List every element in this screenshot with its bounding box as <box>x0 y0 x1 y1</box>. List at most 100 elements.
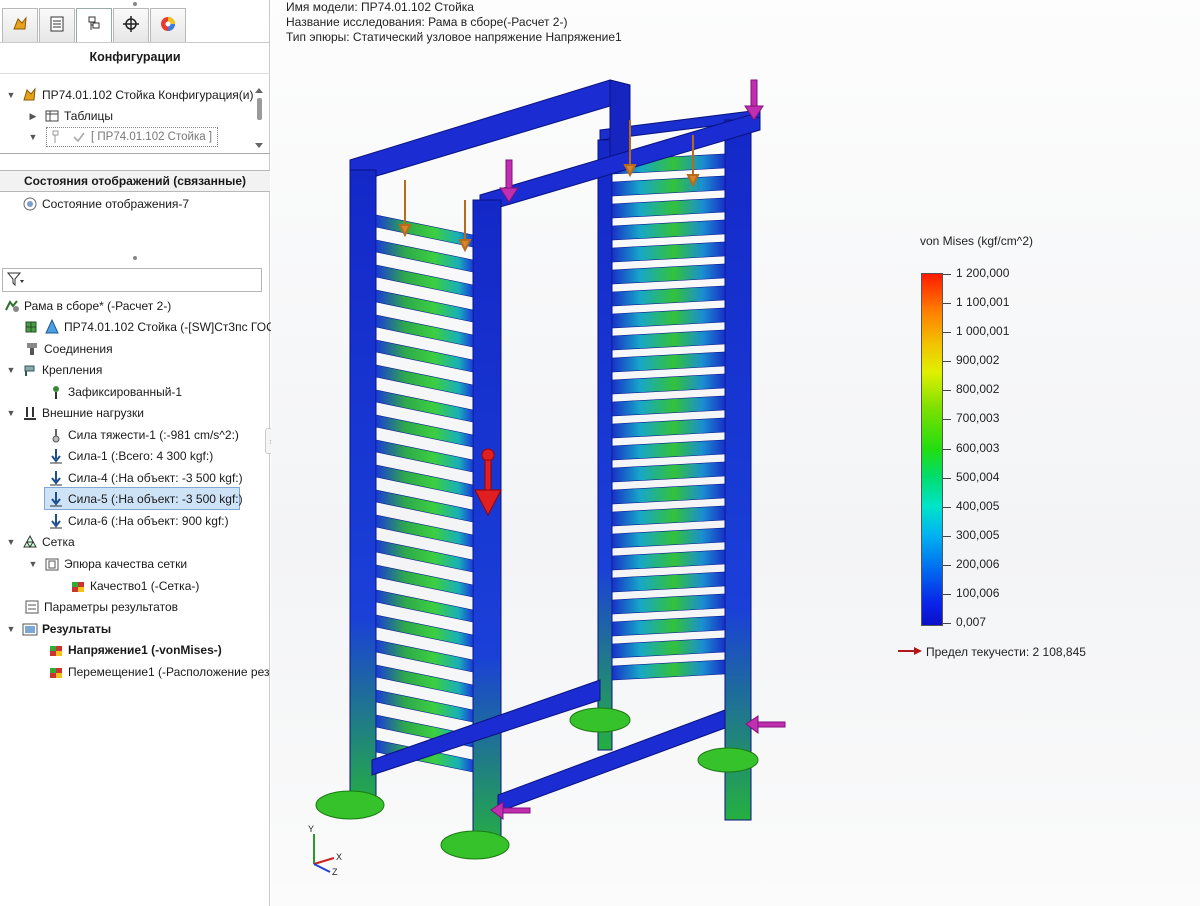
slat-back <box>611 329 726 351</box>
load-force-4[interactable]: Сила-4 (:На объект: -3 500 kgf:) <box>48 468 243 488</box>
slat-front <box>375 464 474 498</box>
slat-front <box>375 414 474 448</box>
quality-label: Качество1 (-Сетка-) <box>90 579 200 593</box>
legend-tick-mark <box>943 419 951 421</box>
legend-color-bar[interactable] <box>921 273 943 626</box>
model-name-text: Имя модели: ПР74.01.102 Стойка <box>286 0 474 14</box>
collapse-arrow-icon[interactable]: ▼ <box>6 90 16 100</box>
collapse-arrow-icon[interactable]: ▼ <box>6 624 16 634</box>
tab-property-manager[interactable] <box>39 8 75 42</box>
result-options-icon <box>24 599 40 615</box>
slat-back <box>611 615 726 637</box>
load-force-6[interactable]: Сила-6 (:На объект: 900 kgf:) <box>48 511 229 531</box>
study-connections[interactable]: Соединения <box>24 339 113 359</box>
display-manager-icon <box>158 14 178 37</box>
display-states-title: Состояния отображений (связанные) <box>0 170 270 192</box>
slat-back <box>611 263 726 285</box>
triad-x-label: X <box>336 852 342 862</box>
force-1-label: Сила-1 (:Всего: 4 300 kgf:) <box>68 449 214 463</box>
panel-splitter-bottom[interactable] <box>0 252 270 264</box>
property-manager-icon <box>47 14 67 37</box>
study-results[interactable]: ▼ Результаты <box>6 619 112 639</box>
collapse-arrow-icon[interactable]: ▼ <box>6 408 16 418</box>
study-mesh[interactable]: ▼ Сетка <box>6 532 75 552</box>
configuration-icon <box>51 129 67 145</box>
fixtures-icon <box>22 362 38 378</box>
force-5-label: Сила-5 (:На объект: -3 500 kgf:) <box>68 492 243 506</box>
legend-title: von Mises (kgf/cm^2) <box>920 234 1033 248</box>
plot-type-text: Тип эпюры: Статический узловое напряжени… <box>286 30 622 44</box>
triad-y-label: Y <box>308 824 314 834</box>
study-part[interactable]: ПР74.01.102 Стойка (-[SW]Ст3пс ГОС <box>24 317 275 337</box>
legend-tick-label: 900,002 <box>956 353 1000 368</box>
result-displacement[interactable]: Перемещение1 (-Расположение рез <box>48 662 269 682</box>
slat-back <box>611 417 726 439</box>
config-root-label: ПР74.01.102 Стойка Конфигурация(и) <box>42 88 254 102</box>
scroll-thumb[interactable] <box>257 98 262 120</box>
mesh-quality-plot[interactable]: ▼ Эпюра качества сетки <box>28 554 188 574</box>
feature-manager-icon <box>10 14 30 37</box>
slat-back <box>611 571 726 593</box>
study-external-loads[interactable]: ▼ Внешние нагрузки <box>6 403 144 423</box>
legend-tick-mark <box>943 332 951 334</box>
legend-tick-label: 500,004 <box>956 469 1000 484</box>
force-arrow-icon <box>48 491 64 507</box>
external-loads-label: Внешние нагрузки <box>42 406 144 420</box>
load-gravity[interactable]: Сила тяжести-1 (:-981 cm/s^2:) <box>48 425 239 445</box>
scroll-down-icon[interactable] <box>255 143 263 148</box>
slat-back <box>611 285 726 307</box>
fixture-fixed[interactable]: Зафиксированный-1 <box>48 382 182 402</box>
checkmark-icon <box>71 129 87 145</box>
result-stress[interactable]: Напряжение1 (-vonMises-) <box>48 640 222 660</box>
legend-tick-mark <box>943 506 951 508</box>
legend-tick-mark <box>943 274 951 275</box>
slat-front <box>375 664 474 698</box>
tab-configuration-manager[interactable] <box>76 8 112 42</box>
load-force-5[interactable]: Сила-5 (:На объект: -3 500 kgf:) <box>48 489 243 509</box>
config-tree-scrollbar[interactable] <box>254 86 266 150</box>
legend-tick-mark <box>943 477 951 479</box>
legend-tick-mark <box>943 593 951 595</box>
slat-front <box>375 489 474 523</box>
stress-plot-model[interactable] <box>280 60 840 900</box>
legend-tick-label: 800,002 <box>956 382 1000 397</box>
display-state-item[interactable]: Состояние отображения-7 <box>22 194 189 214</box>
slat-front <box>375 689 474 723</box>
slat-back <box>611 351 726 373</box>
configurations-title: Конфигурации <box>89 50 181 64</box>
collapse-arrow-icon[interactable]: ▼ <box>28 132 38 142</box>
slat-back <box>611 439 726 461</box>
legend-tick-mark <box>943 448 951 450</box>
tab-feature-manager[interactable] <box>2 8 38 42</box>
study-root[interactable]: Рама в сборе* (-Расчет 2-) <box>4 296 171 316</box>
dimxpert-icon <box>121 14 141 37</box>
collapse-arrow-icon[interactable]: ▼ <box>6 365 16 375</box>
slat-back <box>611 241 726 263</box>
study-name-text: Название исследования: Рама в сборе(-Рас… <box>286 15 568 29</box>
collapse-arrow-icon[interactable]: ▼ <box>28 559 38 569</box>
collapse-arrow-icon[interactable]: ▼ <box>6 537 16 547</box>
config-tree-root[interactable]: ▼ ПР74.01.102 Стойка Конфигурация(и) <box>6 85 254 105</box>
configuration-item[interactable]: [ ПР74.01.102 Стойка ] <box>46 127 218 147</box>
mesh-icon <box>22 534 38 550</box>
load-force-1[interactable]: Сила-1 (:Всего: 4 300 kgf:) <box>48 446 213 466</box>
expand-arrow-icon[interactable]: ▶ <box>28 111 38 122</box>
configuration-item-label: [ ПР74.01.102 Стойка ] <box>91 131 213 143</box>
tree-filter-input[interactable] <box>2 268 262 292</box>
assembly-icon <box>22 87 38 103</box>
panel-splitter-top[interactable] <box>0 0 269 8</box>
study-fixtures[interactable]: ▼ Крепления <box>6 360 103 380</box>
tab-display-manager[interactable] <box>150 8 186 42</box>
slat-back <box>611 593 726 615</box>
study-result-options[interactable]: Параметры результатов <box>24 597 178 617</box>
config-tree-item[interactable]: ▼ <box>28 127 44 147</box>
scroll-up-icon[interactable] <box>255 88 263 93</box>
legend-tick-label: 300,005 <box>956 527 1000 542</box>
force-6-label: Сила-6 (:На объект: 900 kgf:) <box>68 514 229 528</box>
tab-dimxpert[interactable] <box>113 8 149 42</box>
mesh-quality-item[interactable]: Качество1 (-Сетка-) <box>70 576 199 596</box>
coordinate-triad: Y X Z <box>308 824 342 876</box>
slat-front <box>375 439 474 473</box>
gravity-icon <box>48 427 64 443</box>
config-tree-tables[interactable]: ▶ Таблицы <box>28 106 113 126</box>
